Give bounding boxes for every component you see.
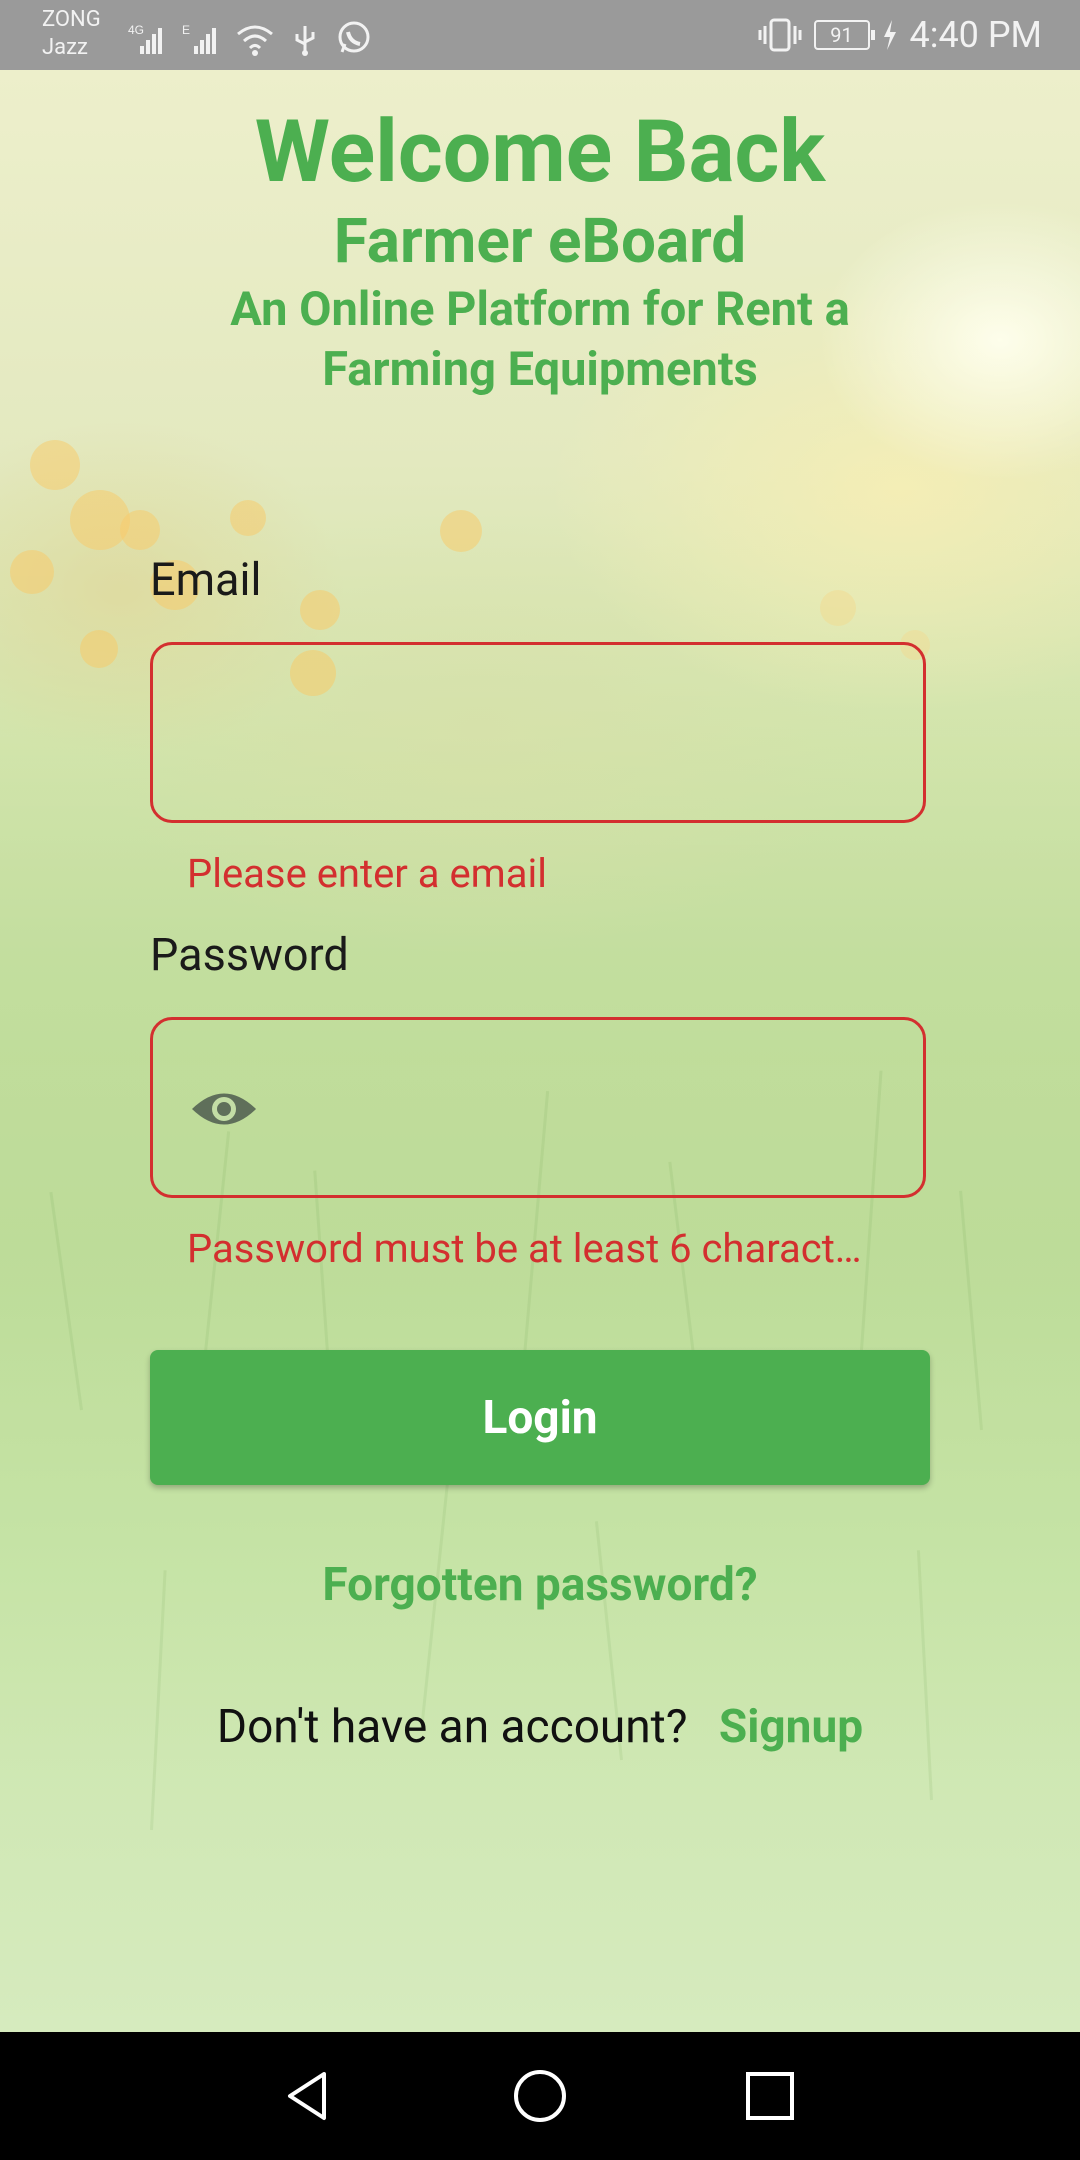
password-input[interactable] [283, 1020, 887, 1195]
login-button[interactable]: Login [150, 1350, 930, 1485]
signup-prompt: Don't have an account? [216, 1700, 688, 1754]
home-icon[interactable] [512, 2068, 568, 2124]
email-input[interactable] [189, 645, 887, 820]
status-icons-right: 91 4:40 PM [758, 12, 1043, 58]
page-title: Welcome Back [254, 101, 826, 202]
app-name: Farmer eBoard [333, 205, 747, 278]
clock: 4:40 PM [909, 14, 1043, 56]
battery-icon: 91 [813, 20, 875, 50]
status-bar: ZONG Jazz 4G E 91 4:40 PM [0, 0, 1080, 70]
login-label: Login [482, 1390, 598, 1445]
carrier-2: Jazz [42, 35, 88, 60]
app-tagline: An Online Platform for Rent a Farming Eq… [230, 282, 850, 397]
password-error: Password must be at least 6 charact… [187, 1225, 862, 1272]
status-icons-left: 4G E [128, 14, 372, 56]
password-label: Password [150, 928, 349, 981]
forgot-password-link[interactable]: Forgotten password? [0, 1558, 1080, 1612]
carrier-1: ZONG [42, 7, 101, 32]
charging-icon [883, 20, 896, 50]
signal-icon: 4G [128, 23, 162, 54]
header: Welcome Back Farmer eBoard An Online Pla… [0, 100, 1080, 400]
whatsapp-icon [338, 21, 370, 53]
recents-icon[interactable] [742, 2068, 798, 2124]
back-icon[interactable] [280, 2068, 336, 2124]
vibrate-icon [758, 18, 801, 52]
battery-level: 91 [830, 23, 853, 47]
carrier-names: ZONG Jazz [42, 6, 101, 62]
email-label: Email [150, 553, 262, 606]
password-field[interactable] [150, 1017, 926, 1198]
eye-icon[interactable] [189, 1086, 259, 1132]
email-field[interactable] [150, 642, 926, 823]
navigation-bar [0, 2032, 1080, 2160]
signal-icon: E [182, 23, 216, 54]
wifi-icon [237, 25, 273, 56]
signup-link[interactable]: Signup [719, 1700, 863, 1754]
network-type-2: E [182, 23, 190, 37]
signup-row: Don't have an account? Signup [0, 1700, 1080, 1754]
network-type-1: 4G [128, 23, 144, 37]
usb-icon [295, 26, 315, 56]
email-error: Please enter a email [187, 850, 547, 897]
